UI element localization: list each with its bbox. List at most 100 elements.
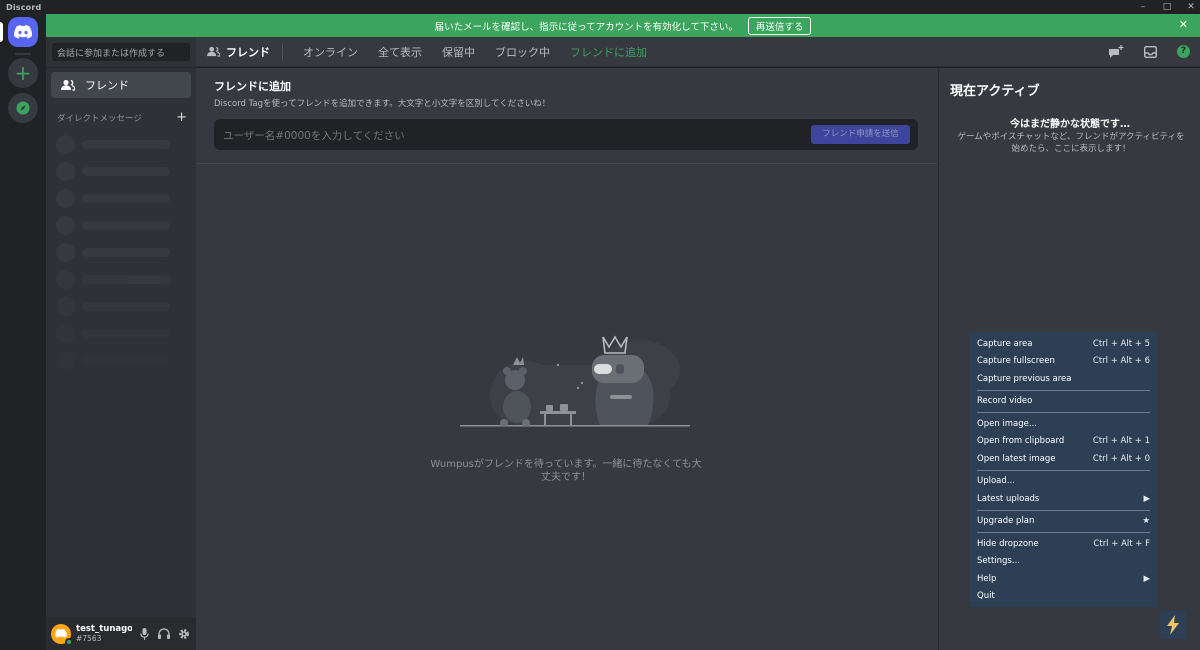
compass-icon: [16, 101, 30, 115]
lightning-bolt-icon: [1167, 615, 1179, 635]
menu-item-label: Record video: [977, 396, 1033, 407]
username: test_tunago...: [76, 624, 132, 634]
friends-icon: [207, 46, 220, 57]
menu-item-shortcut: Ctrl + Alt + 1: [1092, 436, 1150, 447]
sidebar-item-friends[interactable]: フレンド: [51, 72, 191, 98]
menu-separator: [977, 469, 1150, 471]
tab-add-friend[interactable]: フレンドに追加: [570, 44, 647, 60]
menu-item-shortcut: Ctrl + Alt + F: [1093, 538, 1150, 549]
dm-placeholder: [56, 324, 170, 343]
active-now-quiet: 今はまだ静かな状態です…: [1010, 119, 1130, 130]
window-controls: – □ ✕: [1138, 0, 1196, 14]
conversation-search-button[interactable]: 会話に参加または作成する: [52, 43, 190, 61]
menu-item-help[interactable]: Help ▶: [969, 570, 1157, 588]
menu-item-capture-area[interactable]: Capture area Ctrl + Alt + 5: [969, 335, 1157, 353]
headphones-icon[interactable]: [158, 628, 170, 640]
settings-gear-icon[interactable]: [178, 628, 190, 640]
create-dm-plus-icon[interactable]: +: [176, 110, 187, 125]
menu-separator: [977, 509, 1150, 511]
discord-avatar-icon: [55, 629, 67, 638]
dm-placeholder: [56, 162, 170, 181]
menu-item-label: Capture area: [977, 338, 1033, 349]
add-friend-description: Discord Tagを使ってフレンドを追加できます。大文字と小文字を区別してく…: [214, 99, 551, 109]
menu-item-capture-previous-area[interactable]: Capture previous area: [969, 370, 1157, 388]
microphone-icon[interactable]: [138, 627, 150, 640]
add-friend-input-box: ユーザー名#0000を入力してください フレンド申請を送信: [214, 119, 918, 150]
menu-item-hide-dropzone[interactable]: Hide dropzone Ctrl + Alt + F: [969, 535, 1157, 553]
app-title: Discord: [6, 2, 42, 12]
discord-logo-icon: [14, 25, 32, 39]
explore-servers-button[interactable]: [8, 93, 38, 123]
close-window-button[interactable]: ✕: [1186, 2, 1196, 12]
menu-item-label: Latest uploads: [977, 493, 1040, 504]
tab-online[interactable]: オンライン: [303, 44, 358, 60]
sidebar-divider: [46, 67, 196, 68]
dm-placeholder: [56, 297, 170, 316]
user-panel: test_tunago... #7563: [46, 617, 196, 650]
star-icon: ★: [1142, 516, 1150, 527]
add-friend-panel: フレンドに追加 Discord Tagを使ってフレンドを追加できます。大文字と小…: [196, 68, 938, 650]
help-icon[interactable]: ?: [1177, 45, 1190, 58]
user-names[interactable]: test_tunago... #7563: [76, 624, 132, 643]
home-button[interactable]: [8, 17, 38, 47]
capture-app-tray-icon[interactable]: [1160, 611, 1186, 639]
nav-title: フレンド: [207, 43, 283, 60]
avatar[interactable]: [51, 623, 73, 646]
add-friend-title: フレンドに追加: [214, 80, 291, 93]
tab-pending[interactable]: 保留中: [442, 44, 475, 60]
menu-item-label: Quit: [977, 591, 995, 602]
menu-item-settings[interactable]: Settings...: [969, 553, 1157, 571]
submenu-arrow-icon: ▶: [1143, 493, 1150, 504]
active-now-title: 現在アクティブ: [950, 84, 1040, 99]
menu-item-label: Hide dropzone: [977, 538, 1039, 549]
tab-blocked[interactable]: ブロック中: [495, 44, 550, 60]
capture-context-menu: Capture area Ctrl + Alt + 5 Capture fulls…: [969, 332, 1157, 607]
inbox-icon[interactable]: [1144, 45, 1157, 58]
dm-placeholder: [56, 243, 170, 262]
menu-item-open-from-clipboard[interactable]: Open from clipboard Ctrl + Alt + 1: [969, 433, 1157, 451]
active-now-description: ゲームやボイスチャットなど、フレンドがアクティビティを始めたら、ここに表示します…: [957, 132, 1185, 154]
tab-all[interactable]: 全て表示: [378, 44, 422, 60]
dm-header: ダイレクトメッセージ +: [57, 110, 187, 125]
server-rail: +: [0, 14, 46, 650]
menu-separator: [977, 412, 1150, 413]
dm-placeholder: [56, 351, 170, 370]
menu-item-label: Upload...: [977, 476, 1015, 487]
username-input[interactable]: ユーザー名#0000を入力してください: [223, 128, 405, 143]
menu-item-latest-uploads[interactable]: Latest uploads ▶: [969, 490, 1157, 508]
menu-item-label: Capture fullscreen: [977, 356, 1055, 367]
add-server-button[interactable]: +: [8, 58, 38, 88]
rail-separator: [15, 53, 31, 55]
menu-item-record-video[interactable]: Record video: [969, 393, 1157, 411]
content-divider: [196, 163, 938, 164]
menu-item-label: Open latest image: [977, 453, 1056, 464]
selected-pill: [0, 22, 3, 42]
maximize-button[interactable]: □: [1162, 2, 1172, 12]
menu-item-capture-fullscreen[interactable]: Capture fullscreen Ctrl + Alt + 6: [969, 353, 1157, 371]
menu-item-quit[interactable]: Quit: [969, 588, 1157, 606]
banner-message: 届いたメールを確認し、指示に従ってアカウントを有効化して下さい。: [434, 21, 738, 33]
minimize-button[interactable]: –: [1138, 2, 1148, 12]
dm-placeholder: [56, 216, 170, 235]
menu-item-shortcut: Ctrl + Alt + 6: [1092, 356, 1150, 367]
menu-item-upgrade-plan[interactable]: Upgrade plan ★: [969, 513, 1157, 531]
menu-item-open-latest-image[interactable]: Open latest image Ctrl + Alt + 0: [969, 450, 1157, 468]
online-status-icon: [65, 637, 73, 646]
empty-state-text: Wumpusがフレンドを待っています。一緒に待たなくても大丈夫です！: [430, 459, 702, 483]
menu-item-label: Open from clipboard: [977, 436, 1065, 447]
friends-label: フレンド: [85, 79, 129, 92]
banner-close-icon[interactable]: ✕: [1179, 19, 1188, 31]
menu-item-upload[interactable]: Upload...: [969, 473, 1157, 491]
menu-item-label: Capture previous area: [977, 373, 1072, 384]
menu-item-label: Upgrade plan: [977, 516, 1035, 527]
verify-email-banner: 届いたメールを確認し、指示に従ってアカウントを有効化して下さい。 再送信する ✕: [46, 14, 1200, 37]
menu-item-shortcut: Ctrl + Alt + 0: [1092, 453, 1150, 464]
send-friend-request-button[interactable]: フレンド申請を送信: [811, 125, 910, 144]
menu-item-open-image[interactable]: Open image...: [969, 415, 1157, 433]
menu-separator: [977, 532, 1150, 533]
menu-separator: [977, 389, 1150, 391]
title-bar: Discord – □ ✕: [0, 0, 1200, 14]
new-group-dm-icon[interactable]: [1109, 45, 1124, 58]
resend-button[interactable]: 再送信する: [747, 16, 812, 35]
nav-right-icons: ?: [1109, 45, 1190, 58]
